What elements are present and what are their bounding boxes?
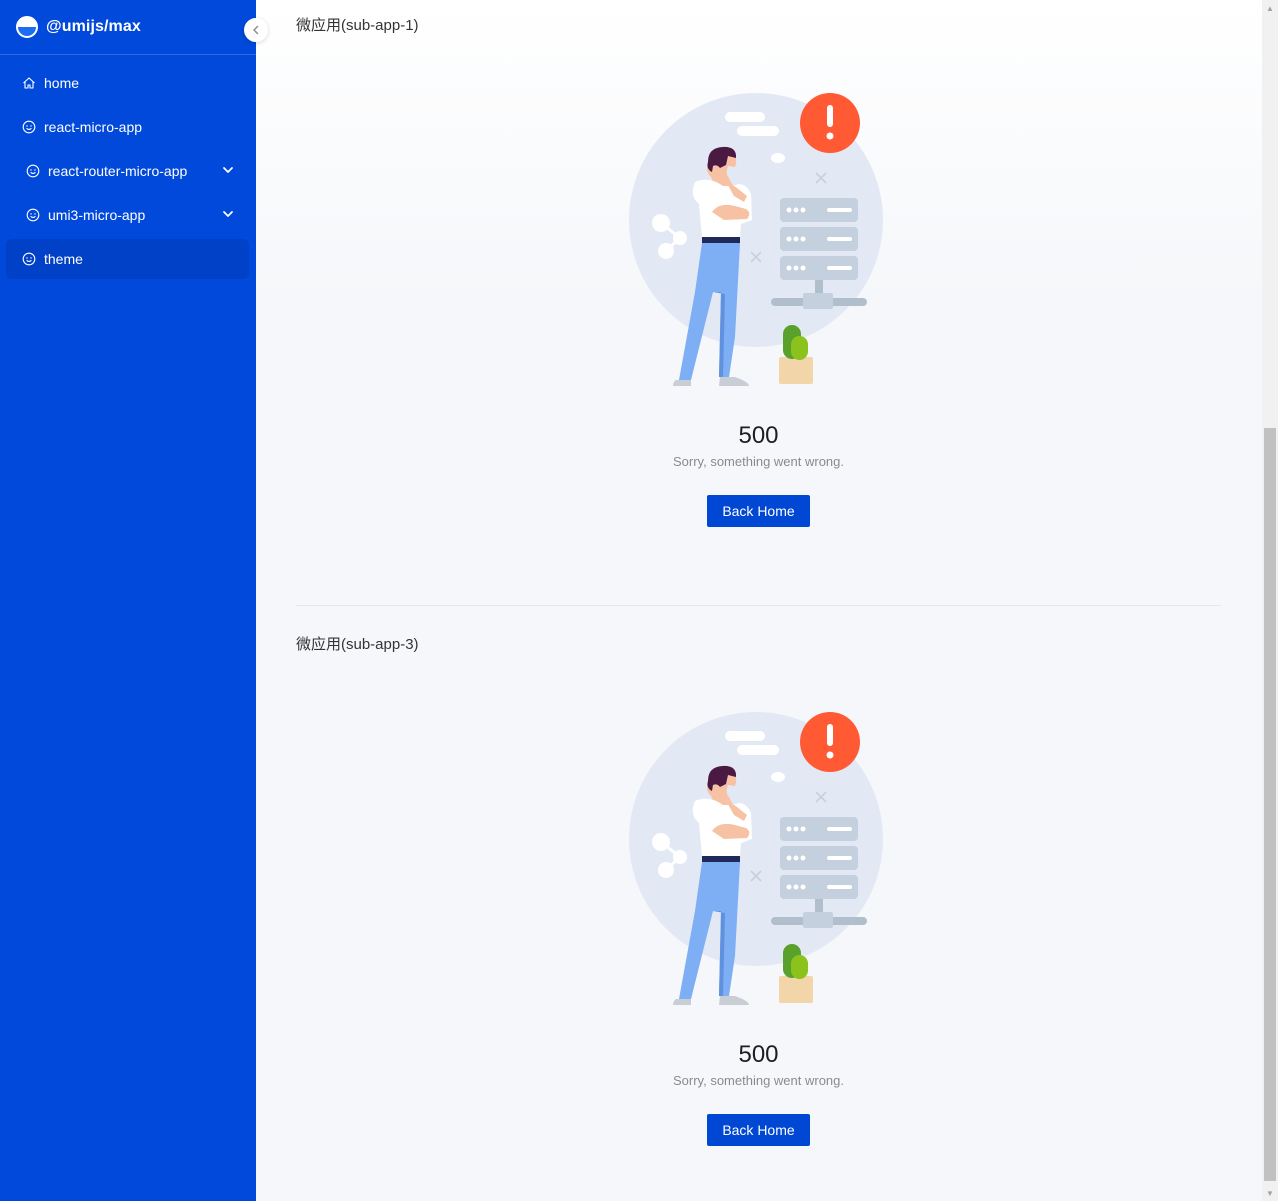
micro-app-section-1: 微应用(sub-app-1) 500 Sorry, something went… bbox=[296, 14, 1221, 527]
sidebar-item-umi3-micro-app[interactable]: umi3-micro-app bbox=[6, 195, 249, 235]
error-subtitle: Sorry, something went wrong. bbox=[673, 1073, 844, 1088]
sidebar-item-theme[interactable]: theme bbox=[6, 239, 249, 279]
section-title: 微应用(sub-app-1) bbox=[296, 17, 419, 34]
scroll-up-arrow-icon[interactable]: ▲ bbox=[1262, 0, 1278, 16]
scroll-down-arrow-icon[interactable]: ▼ bbox=[1262, 1185, 1278, 1201]
sidebar: @umijs/max home react-micro-app react-ro… bbox=[0, 0, 256, 1201]
chevron-left-icon bbox=[253, 25, 259, 35]
smile-icon bbox=[22, 120, 36, 134]
server-error-illustration bbox=[628, 712, 883, 1005]
server-error-illustration bbox=[628, 93, 883, 386]
brand[interactable]: @umijs/max bbox=[0, 0, 256, 55]
vertical-scrollbar[interactable]: ▲ ▼ bbox=[1262, 0, 1278, 1201]
home-icon bbox=[22, 76, 36, 90]
smile-icon bbox=[26, 208, 40, 222]
chevron-down-icon[interactable] bbox=[221, 163, 235, 177]
sidebar-item-label: umi3-micro-app bbox=[48, 207, 146, 223]
brand-title: @umijs/max bbox=[46, 18, 141, 35]
sidebar-item-label: theme bbox=[44, 251, 83, 267]
error-status-code: 500 bbox=[738, 422, 779, 449]
main-content: 微应用(sub-app-1) 500 Sorry, something went… bbox=[256, 0, 1262, 1201]
micro-app-section-3: 微应用(sub-app-3) 500 Sorry, something went… bbox=[296, 633, 1221, 1146]
sidebar-item-react-micro-app[interactable]: react-micro-app bbox=[6, 107, 249, 147]
chevron-down-icon[interactable] bbox=[221, 207, 235, 221]
sidebar-item-home[interactable]: home bbox=[6, 63, 249, 103]
back-home-button[interactable]: Back Home bbox=[707, 495, 810, 527]
sidebar-item-react-router-micro-app[interactable]: react-router-micro-app bbox=[6, 151, 249, 191]
scrollbar-thumb[interactable] bbox=[1264, 428, 1276, 1181]
smile-icon bbox=[26, 164, 40, 178]
error-result: 500 Sorry, something went wrong. Back Ho… bbox=[296, 92, 1221, 527]
sidebar-item-label: home bbox=[44, 75, 80, 91]
section-divider bbox=[296, 605, 1221, 606]
logo-icon bbox=[16, 16, 38, 38]
error-subtitle: Sorry, something went wrong. bbox=[673, 454, 844, 469]
error-status-code: 500 bbox=[738, 1041, 779, 1068]
smile-icon bbox=[22, 252, 36, 266]
sidebar-item-label: react-router-micro-app bbox=[48, 163, 188, 179]
sidebar-item-label: react-micro-app bbox=[44, 119, 143, 135]
collapse-sidebar-button[interactable] bbox=[244, 18, 268, 42]
sidebar-menu: home react-micro-app react-router-micro-… bbox=[0, 55, 256, 279]
error-result: 500 Sorry, something went wrong. Back Ho… bbox=[296, 711, 1221, 1146]
back-home-button[interactable]: Back Home bbox=[707, 1114, 810, 1146]
section-title: 微应用(sub-app-3) bbox=[296, 636, 419, 653]
